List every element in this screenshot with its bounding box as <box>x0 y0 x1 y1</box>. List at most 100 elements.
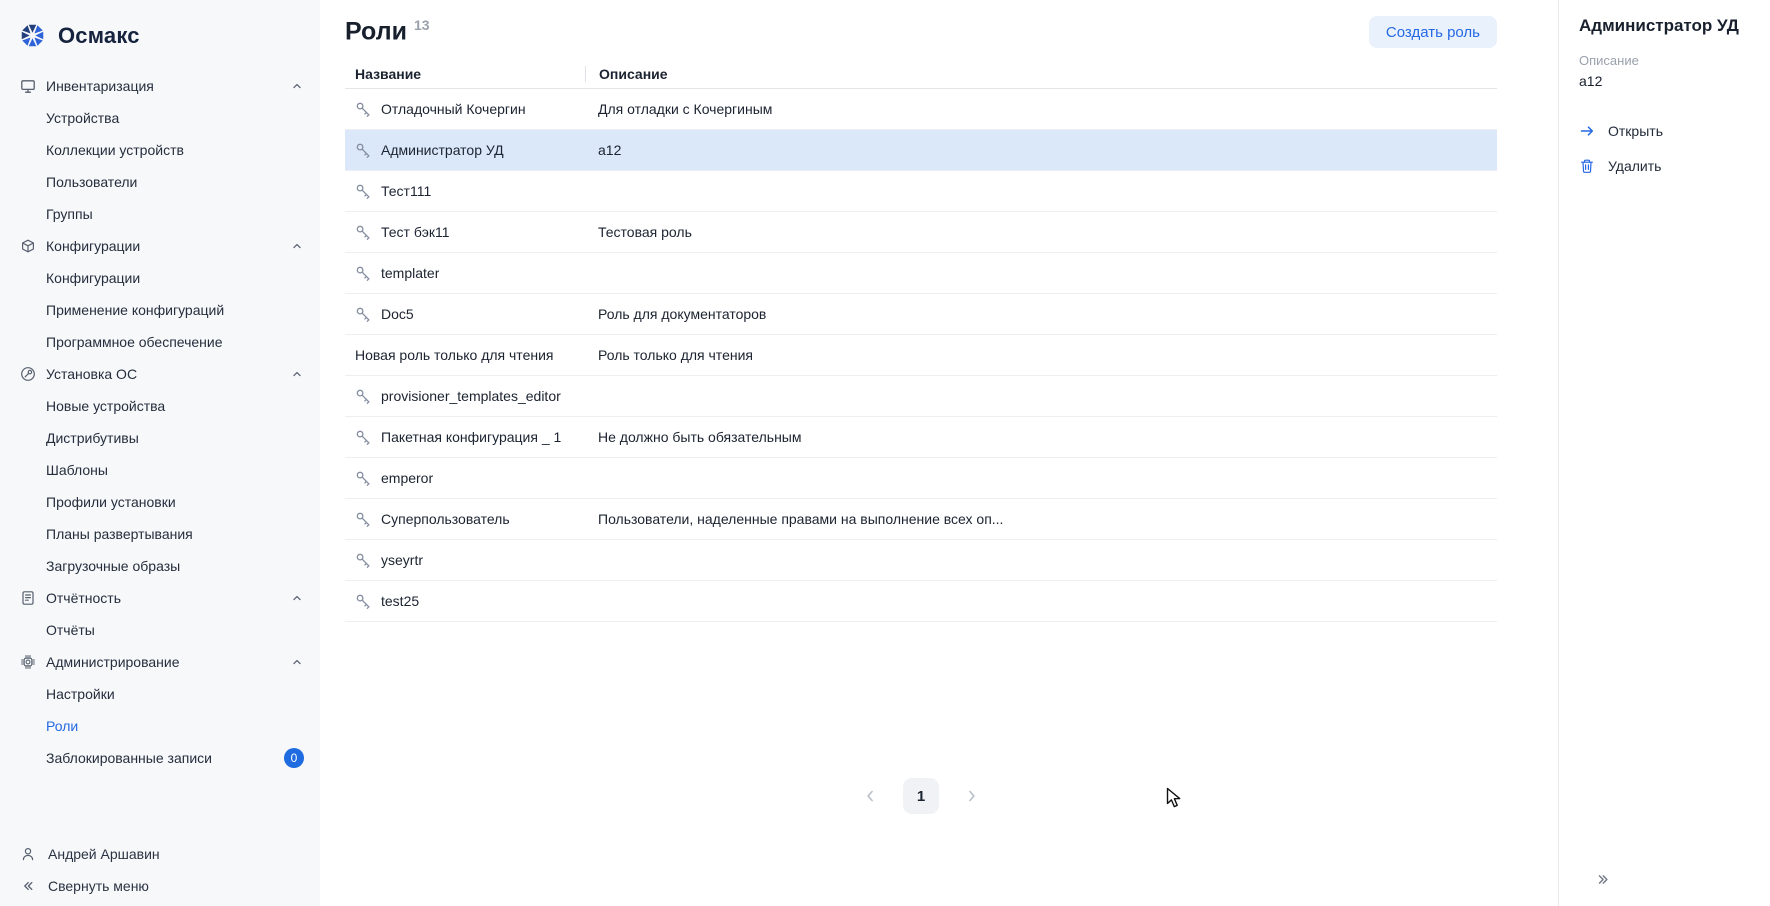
user-icon <box>20 846 36 862</box>
role-name: Doc5 <box>381 306 414 322</box>
column-header-name: Название <box>345 66 585 82</box>
key-icon <box>355 470 371 486</box>
chevron-up-icon <box>290 239 304 253</box>
key-icon <box>355 142 371 158</box>
sidebar-item[interactable]: Пользователи <box>0 166 320 198</box>
detail-action-1[interactable]: Удалить <box>1579 153 1754 179</box>
sidebar-item[interactable]: Профили установки <box>0 486 320 518</box>
create-role-button[interactable]: Создать роль <box>1369 16 1497 48</box>
sidebar-item-label: Конфигурации <box>46 270 140 286</box>
role-name-cell: Новая роль только для чтения <box>345 347 585 363</box>
sidebar-item[interactable]: Конфигурации <box>0 262 320 294</box>
page-title-text: Роли <box>345 18 407 46</box>
table-row[interactable]: Отладочный КочергинДля отладки с Кочерги… <box>345 89 1497 130</box>
role-name: Тест бэк11 <box>381 224 450 240</box>
sidebar-item-label: Группы <box>46 206 93 222</box>
sidebar-item-label: Новые устройства <box>46 398 165 414</box>
chevron-right-icon[interactable] <box>963 787 981 805</box>
sidebar-item[interactable]: Группы <box>0 198 320 230</box>
sidebar-section-2[interactable]: Установка ОС <box>0 358 320 390</box>
sidebar-item[interactable]: Шаблоны <box>0 454 320 486</box>
sidebar-item[interactable]: Заблокированные записи 0 <box>0 742 320 774</box>
main-content: Роли13 Создать роль Название Описание От… <box>320 0 1558 906</box>
table-row[interactable]: Новая роль только для чтения Роль только … <box>345 335 1497 376</box>
sidebar-item[interactable]: Загрузочные образы <box>0 550 320 582</box>
user-menu[interactable]: Андрей Аршавин <box>0 838 320 870</box>
sidebar-section-3[interactable]: Отчётность <box>0 582 320 614</box>
sidebar-item-label: Коллекции устройств <box>46 142 184 158</box>
key-icon <box>355 224 371 240</box>
sidebar-item-label: Заблокированные записи <box>46 750 212 766</box>
detail-panel: Администратор УД Описание а12 Открыть Уда… <box>1558 0 1770 906</box>
chevron-up-icon <box>290 591 304 605</box>
sidebar-item-label: Планы развертывания <box>46 526 193 542</box>
sidebar-item-label: Программное обеспечение <box>46 334 223 350</box>
sidebar-item[interactable]: Новые устройства <box>0 390 320 422</box>
sidebar-item[interactable]: Устройства <box>0 102 320 134</box>
sidebar-item-label: Применение конфигураций <box>46 302 224 318</box>
table-row[interactable]: provisioner_templates_editor <box>345 376 1497 417</box>
detail-title: Администратор УД <box>1579 16 1754 36</box>
table-row[interactable]: Администратор УДа12 <box>345 130 1497 171</box>
page-header: Роли 13 Создать роль <box>345 0 1497 48</box>
sidebar-item[interactable]: Роли <box>0 710 320 742</box>
role-name-cell: templater <box>345 265 585 281</box>
role-name-cell: Doc5 <box>345 306 585 322</box>
role-name: Отладочный Кочергин <box>381 101 526 117</box>
trash-icon <box>1579 158 1595 174</box>
chevron-left-icon[interactable] <box>861 787 879 805</box>
page-title: Роли 13 <box>345 17 430 46</box>
detail-action-label: Удалить <box>1608 158 1661 174</box>
role-name: provisioner_templates_editor <box>381 388 561 404</box>
sidebar-section-label: Установка ОС <box>46 366 137 382</box>
table-row[interactable]: emperor <box>345 458 1497 499</box>
role-name: Пакетная конфигурация _ 1 <box>381 429 561 445</box>
table-row[interactable]: templater <box>345 253 1497 294</box>
pagination-page-1[interactable]: 1 <box>903 778 939 814</box>
sidebar-item[interactable]: Применение конфигураций <box>0 294 320 326</box>
key-icon <box>355 388 371 404</box>
sidebar-section-1[interactable]: Конфигурации <box>0 230 320 262</box>
report-icon <box>20 590 36 606</box>
collapse-menu-button[interactable]: Свернуть меню <box>0 870 320 902</box>
table-row[interactable]: СуперпользовательПользователи, наделенны… <box>345 499 1497 540</box>
table-row[interactable]: yseyrtr <box>345 540 1497 581</box>
sidebar-footer: Андрей Аршавин Свернуть меню <box>0 838 320 906</box>
sidebar-section-label: Инвентаризация <box>46 78 154 94</box>
sidebar-item[interactable]: Настройки <box>0 678 320 710</box>
sidebar-item[interactable]: Отчёты <box>0 614 320 646</box>
sidebar-item[interactable]: Коллекции устройств <box>0 134 320 166</box>
detail-description-label: Описание <box>1579 53 1754 68</box>
user-name: Андрей Аршавин <box>48 846 160 862</box>
table-row[interactable]: Пакетная конфигурация _ 1Не должно быть … <box>345 417 1497 458</box>
sidebar-section-4[interactable]: Администрирование <box>0 646 320 678</box>
sidebar-item[interactable]: Дистрибутивы <box>0 422 320 454</box>
sidebar-section-0[interactable]: Инвентаризация <box>0 70 320 102</box>
count-badge: 0 <box>284 748 304 768</box>
table-row[interactable]: test25 <box>345 581 1497 622</box>
role-description: Роль для документаторов <box>585 306 1497 322</box>
role-name: Новая роль только для чтения <box>355 347 553 363</box>
role-name: yseyrtr <box>381 552 423 568</box>
sidebar-item[interactable]: Программное обеспечение <box>0 326 320 358</box>
collapse-menu-label: Свернуть меню <box>48 878 149 894</box>
detail-description-value: а12 <box>1579 73 1754 89</box>
role-name-cell: emperor <box>345 470 585 486</box>
detail-action-0[interactable]: Открыть <box>1579 118 1754 144</box>
role-name-cell: Суперпользователь <box>345 511 585 527</box>
arrow-right-icon <box>1579 123 1595 139</box>
role-name-cell: Пакетная конфигурация _ 1 <box>345 429 585 445</box>
role-name-cell: Тест111 <box>345 183 585 199</box>
role-name: Тест111 <box>381 183 431 199</box>
monitor-icon <box>20 78 36 94</box>
role-name-cell: test25 <box>345 593 585 609</box>
role-description: Роль только для чтения <box>585 347 1497 363</box>
table-row[interactable]: Doc5 Роль для документаторов <box>345 294 1497 335</box>
sidebar-item[interactable]: Планы развертывания <box>0 518 320 550</box>
key-icon <box>355 552 371 568</box>
chevrons-right-icon[interactable] <box>1595 871 1612 888</box>
table-row[interactable]: Тест111 <box>345 171 1497 212</box>
chip-icon <box>20 654 36 670</box>
page-count: 13 <box>414 17 430 33</box>
table-row[interactable]: Тест бэк11Тестовая роль <box>345 212 1497 253</box>
